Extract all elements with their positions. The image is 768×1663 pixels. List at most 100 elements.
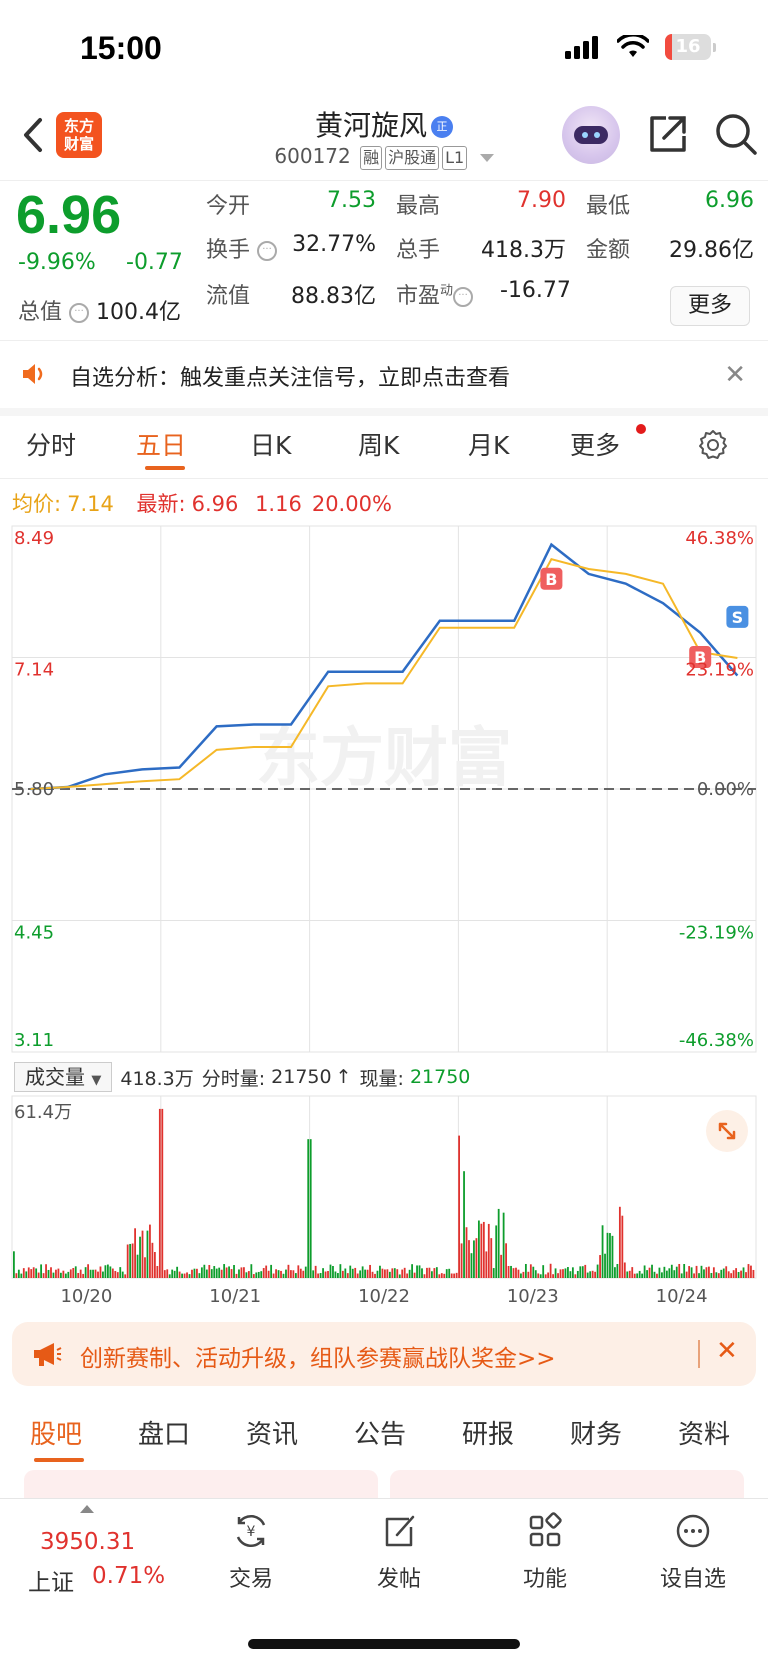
avg-price-value: 7.14 [67, 492, 114, 516]
volume-bar [586, 1272, 589, 1278]
volume-bar [675, 1266, 678, 1278]
battery-level: 16 [675, 36, 701, 57]
volume-bar [374, 1273, 376, 1278]
volume-bar [477, 1220, 480, 1278]
tab-profile[interactable]: 资料 [678, 1414, 730, 1451]
volume-bar [233, 1265, 235, 1278]
volume-bar [732, 1270, 735, 1278]
volume-bar [670, 1264, 673, 1278]
tab-news[interactable]: 资讯 [246, 1414, 298, 1451]
expand-up-icon[interactable] [80, 1505, 94, 1513]
tab-monthly-k[interactable]: 月K [468, 426, 509, 462]
volume-bar [473, 1240, 475, 1278]
search-icon[interactable] [712, 110, 760, 158]
volume-bar [126, 1244, 129, 1278]
post-button[interactable]: 发帖 [344, 1511, 454, 1593]
info-dots-icon[interactable]: ··· [69, 303, 90, 323]
volume-bar [324, 1271, 327, 1278]
chevron-down-icon[interactable] [479, 153, 494, 162]
volume-bar [69, 1269, 72, 1278]
home-indicator [248, 1639, 520, 1649]
tab-intraday[interactable]: 分时 [26, 426, 76, 462]
x-axis-date-label: 10/22 [358, 1286, 410, 1304]
volume-bar [247, 1271, 250, 1278]
promo-banner[interactable]: 创新赛制、活动升级，组队参赛赢战队奖金>> ✕ [12, 1322, 756, 1386]
functions-button[interactable]: 功能 [490, 1511, 600, 1593]
volume-bar [487, 1223, 490, 1278]
info-dots-icon[interactable]: ··· [257, 241, 278, 261]
volume-bar [631, 1267, 634, 1278]
avg-price-label: 均价: [12, 492, 62, 516]
y-axis-right-label: -46.38% [679, 1030, 754, 1051]
volume-bar [544, 1274, 547, 1278]
expand-icon[interactable] [706, 1110, 748, 1152]
volume-bar [92, 1269, 94, 1278]
volume-bar [722, 1268, 725, 1278]
volume-bar [636, 1273, 639, 1278]
five-day-price-chart[interactable]: 东方财富BBS8.49 46.38%7.14 23.19%5.80 0.00%4.45… [0, 520, 768, 1060]
volume-bar [220, 1269, 223, 1278]
volume-bar [297, 1265, 300, 1278]
info-dots-icon[interactable]: ··· [453, 287, 474, 307]
volume-bar [725, 1266, 728, 1278]
volume-bar [327, 1271, 329, 1278]
volume-bar [678, 1263, 681, 1278]
volume-bar [272, 1273, 275, 1278]
y-axis-left-label: 4.45 [14, 923, 54, 944]
volume-bar [282, 1273, 285, 1278]
tab-more[interactable]: 更多 [570, 426, 620, 462]
index-name[interactable]: 上证 [28, 1563, 74, 1597]
volume-bar [57, 1268, 60, 1278]
volume-bar [196, 1268, 198, 1278]
tab-forum[interactable]: 股吧 [30, 1414, 82, 1451]
settings-gear-icon[interactable] [696, 428, 730, 462]
more-quote-button[interactable]: 更多 [670, 286, 750, 326]
volume-bar [529, 1264, 532, 1278]
volume-bar [188, 1274, 191, 1278]
volume-bar [257, 1271, 260, 1278]
tab-five-day[interactable]: 五日 [136, 426, 186, 462]
signal-notice[interactable]: 自选分析：触发重点关注信号，立即点击查看 ✕ [0, 342, 768, 408]
volume-bar [685, 1271, 688, 1278]
volume-bar [458, 1135, 460, 1278]
tab-research[interactable]: 研报 [462, 1414, 514, 1451]
up-arrow-icon: ↑ [335, 1066, 352, 1088]
low-label: 最低 [586, 194, 631, 219]
volume-bar [750, 1265, 752, 1278]
stock-header: 东方 财富 黄河旋风正 600172 融沪股通 L1 [0, 100, 768, 180]
amount-label: 金额 [586, 238, 631, 263]
y-axis-left-label: 5.80 [14, 779, 54, 800]
volume-bar [418, 1265, 421, 1278]
tab-announcements[interactable]: 公告 [354, 1414, 406, 1451]
status-time: 15:00 [80, 30, 162, 66]
x-axis-date-label: 10/23 [507, 1286, 559, 1304]
status-bar: 15:00 16 [0, 0, 768, 100]
index-change-pct[interactable]: 0.71% [92, 1563, 165, 1589]
volume-bar [626, 1271, 629, 1278]
tab-weekly-k[interactable]: 周K [358, 426, 399, 462]
add-watchlist-button[interactable]: 设自选 [638, 1511, 748, 1593]
tab-market-depth[interactable]: 盘口 [138, 1414, 190, 1451]
volume-bar [510, 1265, 512, 1278]
volume-bar [554, 1268, 557, 1278]
assistant-robot-icon[interactable] [562, 106, 620, 164]
volume-chart[interactable]: 61.4万 10/20 10/21 10/22 10/23 10/24 [0, 1094, 768, 1304]
tab-daily-k[interactable]: 日K [250, 426, 291, 462]
volume-bar [191, 1269, 193, 1278]
index-value[interactable]: 3950.31 [40, 1529, 135, 1555]
share-icon[interactable] [646, 112, 690, 156]
tab-finance[interactable]: 财务 [570, 1414, 622, 1451]
indicator-select[interactable]: 成交量 ▼ [14, 1062, 113, 1092]
volume-bar [102, 1271, 104, 1278]
volume-bar [166, 1269, 169, 1278]
close-icon[interactable]: ✕ [724, 360, 746, 390]
volume-bar [168, 1274, 171, 1278]
volume-bar [559, 1269, 562, 1278]
volume-bar [567, 1267, 569, 1278]
volume-bar [381, 1268, 384, 1278]
quote-panel: 6.96 -9.96% -0.77 总值 ··· 100.4亿 今开 7.53 … [0, 180, 768, 340]
battery-indicator: 16 [665, 34, 716, 60]
close-icon[interactable]: ✕ [716, 1336, 738, 1366]
volume-bar [136, 1254, 139, 1278]
trade-button[interactable]: ¥ 交易 [196, 1511, 306, 1593]
